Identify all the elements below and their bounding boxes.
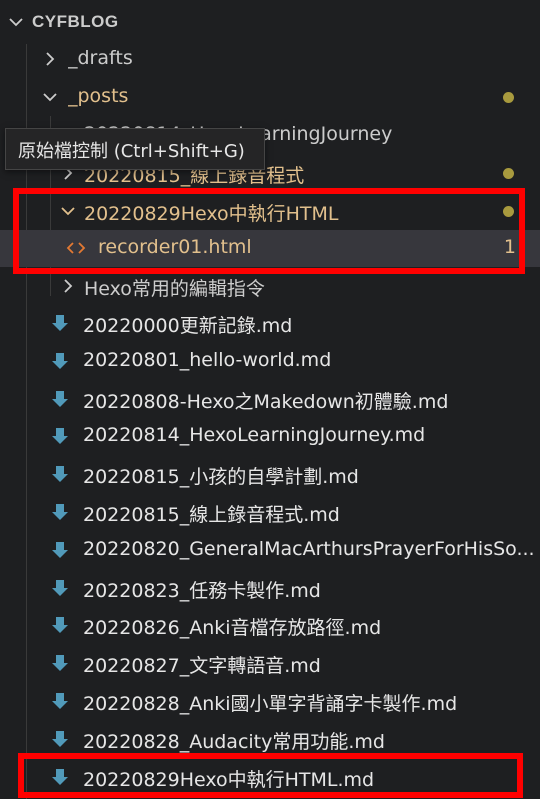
tree-file-md[interactable]: 20220823_任務卡製作.md xyxy=(0,570,540,607)
markdown-file-icon xyxy=(50,464,70,484)
file-label: 20220827_文字轉語音.md xyxy=(83,655,321,678)
markdown-file-icon xyxy=(50,426,70,446)
chevron-right-icon xyxy=(58,276,78,296)
markdown-file-icon xyxy=(50,351,70,371)
tree-file-md[interactable]: 20220814_HexoLearningJourney.md xyxy=(0,418,540,455)
markdown-file-icon xyxy=(50,691,70,711)
folder-label: Hexo常用的編輯指令 xyxy=(84,278,265,300)
file-label: 20220808-Hexo之Makedown初體驗.md xyxy=(83,390,449,413)
tree-file-md[interactable]: 20220827_文字轉語音.md xyxy=(0,645,540,682)
tree-file-md[interactable]: 20220820_GeneralMacArthursPrayerForHisSo… xyxy=(0,532,540,569)
markdown-file-icon xyxy=(50,729,70,749)
file-label: 20220814_HexoLearningJourney.md xyxy=(83,424,426,447)
file-label: 20220828_Anki國小單字背誦字卡製作.md xyxy=(83,693,458,715)
tree-file-md[interactable]: 20220828_Audacity常用功能.md xyxy=(0,721,540,758)
html-file-icon xyxy=(66,238,86,258)
problem-count-badge: 1 xyxy=(503,236,516,258)
file-label: 20220828_Audacity常用功能.md xyxy=(83,730,385,753)
folder-label: 20220829Hexo中執行HTML xyxy=(84,203,339,225)
file-label: 20220000更新記錄.md xyxy=(83,315,293,337)
file-label: 20220820_GeneralMacArthursPrayerForHisSo… xyxy=(83,537,535,560)
file-label: 20220815_小孩的自學計劃.md xyxy=(83,466,359,489)
tree-file-recorder01[interactable]: recorder01.html 1 xyxy=(0,230,540,267)
modified-dot-icon xyxy=(503,92,514,103)
tree-file-md[interactable]: 20220829Hexo中執行HTML.md xyxy=(0,759,540,796)
modified-dot-icon xyxy=(503,168,514,179)
file-label: recorder01.html xyxy=(98,236,252,258)
markdown-file-icon xyxy=(50,767,70,787)
file-label: 20220826_Anki音檔存放路徑.md xyxy=(83,617,382,640)
tree-file-md[interactable]: 20220828_Anki國小單字背誦字卡製作.md xyxy=(0,683,540,720)
tree-file-md[interactable]: 20220801_hello-world.md xyxy=(0,343,540,380)
markdown-file-icon xyxy=(50,389,70,409)
markdown-file-icon xyxy=(50,502,70,522)
tree-file-md[interactable]: 20220000更新記錄.md xyxy=(0,305,540,342)
folder-label: _drafts xyxy=(68,47,133,69)
tree-folder-posts[interactable]: _posts xyxy=(0,79,540,116)
tree-file-md[interactable]: 20220815_線上錄音程式.md xyxy=(0,494,540,531)
tooltip-text: 原始檔控制 (Ctrl+Shift+G) xyxy=(18,141,245,162)
markdown-file-icon xyxy=(50,653,70,673)
markdown-file-icon xyxy=(50,615,70,635)
file-label: 20220823_任務卡製作.md xyxy=(83,579,321,602)
folder-label: _posts xyxy=(68,85,129,107)
file-label: 20220829Hexo中執行HTML.md xyxy=(83,768,375,791)
tree-folder-hexo-html[interactable]: 20220829Hexo中執行HTML xyxy=(0,193,540,230)
file-label: 20220801_hello-world.md xyxy=(83,348,332,371)
tree-file-md[interactable]: 20220808-Hexo之Makedown初體驗.md xyxy=(0,381,540,418)
file-label: 20220815_線上錄音程式.md xyxy=(83,504,340,526)
markdown-file-icon xyxy=(50,540,70,560)
explorer-root-header[interactable]: CYFBLOG xyxy=(0,0,540,44)
tree-file-md[interactable]: 20220815_小孩的自學計劃.md xyxy=(0,456,540,493)
modified-dot-icon xyxy=(503,206,514,217)
chevron-down-icon xyxy=(40,87,60,107)
tree-file-md[interactable]: 20220826_Anki音檔存放路徑.md xyxy=(0,607,540,644)
markdown-file-icon xyxy=(50,578,70,598)
explorer-root-label: CYFBLOG xyxy=(32,12,119,31)
chevron-down-icon xyxy=(58,201,78,221)
chevron-down-icon xyxy=(6,12,26,32)
file-explorer: CYFBLOG _drafts _posts 20220814_HexoLear… xyxy=(0,0,540,799)
tree-folder-hexo-cmds[interactable]: Hexo常用的編輯指令 xyxy=(0,268,540,305)
chevron-right-icon xyxy=(40,49,60,69)
markdown-file-icon xyxy=(50,313,70,333)
tree-folder-drafts[interactable]: _drafts xyxy=(0,41,540,78)
tooltip: 原始檔控制 (Ctrl+Shift+G) xyxy=(5,128,265,170)
